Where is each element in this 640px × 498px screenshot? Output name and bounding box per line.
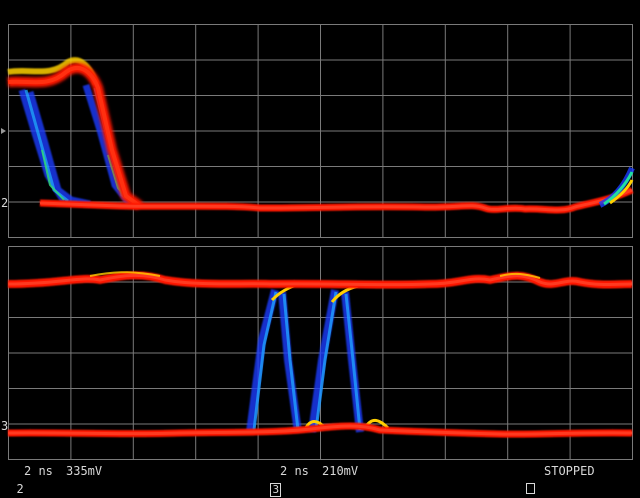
ch3-scale: 210mV — [322, 464, 359, 478]
run-state[interactable]: STOPPED — [544, 462, 595, 480]
run-indicator[interactable] — [512, 462, 536, 494]
ch2-scale: 335mV — [66, 464, 103, 478]
ch3-timebase: 2 ns — [280, 464, 309, 478]
stop-square-icon — [526, 483, 536, 494]
ch3-readout[interactable]: 3 — [256, 462, 282, 497]
ch3-level-marker[interactable]: 3 — [1, 419, 8, 433]
ch2-timebase: 2 ns — [24, 464, 53, 478]
oscilloscope-display: 2 3 — [1, 24, 635, 460]
ch2-number: 2 — [16, 482, 24, 496]
ch2-level-marker[interactable]: 2 — [1, 196, 8, 210]
ch2-readout[interactable]: 2 — [2, 462, 23, 496]
ch3-number: 3 — [270, 483, 282, 497]
trigger-arrow-icon[interactable] — [1, 128, 6, 134]
